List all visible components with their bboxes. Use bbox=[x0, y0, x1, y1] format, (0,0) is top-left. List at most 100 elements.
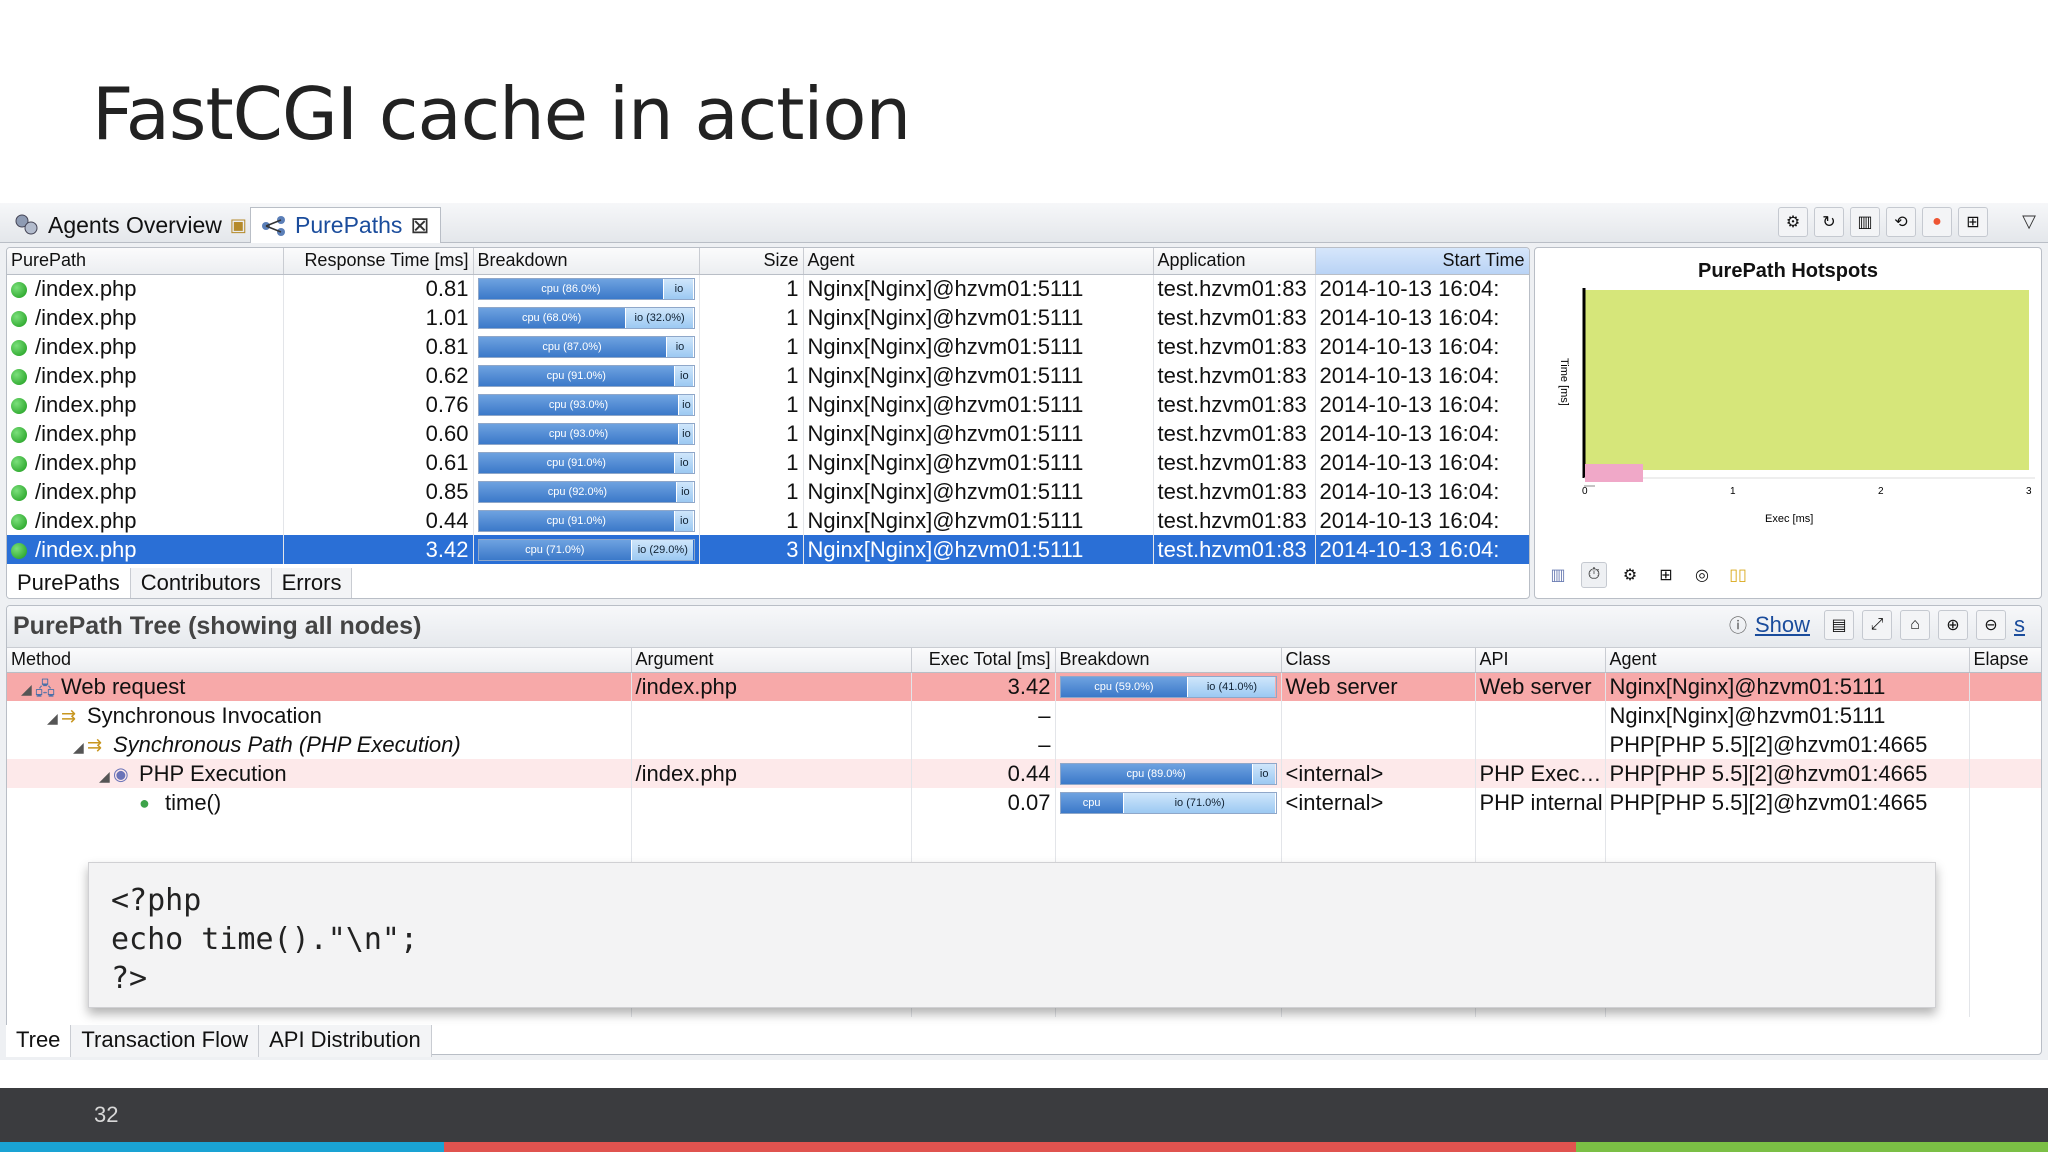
trailing-link[interactable]: s bbox=[2014, 612, 2025, 638]
breakdown-cell: cpu (91.0%) io bbox=[473, 506, 700, 535]
purepath-name: /index.php bbox=[35, 391, 137, 417]
cpu-segment: cpu (91.0%) bbox=[478, 452, 675, 473]
bar-chart-icon[interactable]: ▥ bbox=[1850, 207, 1880, 237]
tree-toolbar: ⓘ Show ▤ ⤢ ⌂ ⊕ ⊖ s bbox=[1729, 610, 2031, 640]
purepath-name: /index.php bbox=[35, 304, 137, 330]
show-link[interactable]: Show bbox=[1755, 612, 1810, 638]
io-segment: io (71.0%) bbox=[1122, 792, 1276, 813]
subtab-purepaths[interactable]: PurePaths bbox=[7, 568, 131, 598]
start-time: 2014-10-13 16:04: bbox=[1315, 361, 1529, 390]
breakdown-cell: cpu (93.0%) io bbox=[473, 419, 700, 448]
column-header[interactable]: Start Time bbox=[1315, 248, 1529, 275]
subtab-api-distribution[interactable]: API Distribution bbox=[259, 1025, 432, 1057]
subtab-tree[interactable]: Tree bbox=[6, 1025, 72, 1057]
io-segment: io bbox=[1251, 763, 1276, 784]
column-header[interactable]: Size bbox=[699, 248, 804, 275]
purepath-row[interactable]: /index.php 0.62 cpu (91.0%) io 1 Nginx[Nginx]… bbox=[7, 361, 1529, 390]
purepath-row[interactable]: /index.php 0.60 cpu (93.0%) io 1 Nginx[Nginx]… bbox=[7, 419, 1529, 448]
column-header[interactable]: PurePath bbox=[7, 248, 284, 275]
expand-twisty-icon[interactable]: ◢ bbox=[99, 768, 113, 785]
purepath-row[interactable]: /index.php 0.81 cpu (87.0%) io 1 Nginx[Nginx]… bbox=[7, 332, 1529, 361]
table-icon[interactable]: ▤ bbox=[1824, 610, 1854, 640]
tree-node-row[interactable]: ● time() 0.07 cpu io (71.0%) <internal> PHP in… bbox=[7, 788, 2041, 817]
start-time: 2014-10-13 16:04: bbox=[1315, 303, 1529, 332]
subtab-contributors[interactable]: Contributors bbox=[130, 568, 272, 598]
column-header[interactable]: Method bbox=[7, 648, 632, 673]
bar-chart-icon[interactable]: ▥ bbox=[1545, 562, 1571, 588]
column-header[interactable]: Agent bbox=[1605, 648, 1970, 673]
column-header[interactable]: Class bbox=[1281, 648, 1476, 673]
agent: Nginx[Nginx]@hzvm01:5111 bbox=[803, 332, 1154, 361]
tree-node-row[interactable]: ◢ ⇉ Synchronous Path (PHP Execution) – PHP[P… bbox=[7, 730, 2041, 759]
elapsed bbox=[1969, 788, 2041, 817]
time-view-icon[interactable]: ⏱ bbox=[1581, 562, 1607, 588]
column-header[interactable]: Agent bbox=[803, 248, 1154, 275]
column-header[interactable]: Elapse bbox=[1969, 648, 2041, 673]
hierarchy-icon[interactable]: ⊞ bbox=[1958, 207, 1988, 237]
globe-icon[interactable]: ◎ bbox=[1689, 562, 1715, 588]
status-ok-icon bbox=[11, 397, 27, 414]
breakdown-bar: cpu io (71.0%) bbox=[1059, 791, 1277, 814]
application: test.hzvm01:83 bbox=[1153, 535, 1316, 564]
io-segment: io (29.0%) bbox=[631, 539, 694, 560]
column-header[interactable]: Application bbox=[1153, 248, 1316, 275]
column-header[interactable]: Response Time [ms] bbox=[283, 248, 474, 275]
purepath-cell: /index.php bbox=[7, 274, 284, 303]
view-toolbar: ⚙ ↻ ▥ ⟲ ● ⊞ bbox=[1778, 207, 1988, 239]
cpu-segment: cpu (89.0%) bbox=[1060, 763, 1252, 784]
purepath-name: /index.php bbox=[35, 507, 137, 533]
purepath-row[interactable]: /index.php 0.61 cpu (91.0%) io 1 Nginx[Nginx]… bbox=[7, 448, 1529, 477]
purepath-row[interactable]: /index.php 3.42 cpu (71.0%) io (29.0%) 3 Ngin… bbox=[7, 535, 1529, 564]
column-header[interactable]: Exec Total [ms] bbox=[911, 648, 1056, 673]
view-menu-icon[interactable]: ▽ bbox=[2022, 211, 2036, 232]
sync-invocation-icon: ⇉ bbox=[61, 705, 77, 726]
refresh-icon[interactable]: ↻ bbox=[1814, 207, 1844, 237]
expand-twisty-icon[interactable]: ◢ bbox=[73, 739, 87, 756]
breakdown-cell: cpu (59.0%) io (41.0%) bbox=[1055, 672, 1282, 701]
zoom-in-icon[interactable]: ⊕ bbox=[1938, 610, 1968, 640]
expand-twisty-icon[interactable]: ◢ bbox=[47, 710, 61, 727]
tab-purepaths[interactable]: PurePaths ⊠ bbox=[250, 207, 441, 243]
home-icon[interactable]: ⌂ bbox=[1900, 610, 1930, 640]
exec-view-icon[interactable]: ⚙ bbox=[1617, 562, 1643, 588]
zoom-out-icon[interactable]: ⊖ bbox=[1976, 610, 2006, 640]
expand-icon[interactable]: ⤢ bbox=[1862, 610, 1892, 640]
pause-icon[interactable]: ▯▯ bbox=[1725, 562, 1751, 588]
record-icon[interactable]: ● bbox=[1922, 207, 1952, 237]
size: 1 bbox=[699, 361, 804, 390]
structure-icon[interactable]: ⊞ bbox=[1653, 562, 1679, 588]
purepaths-subtabs: PurePaths Contributors Errors bbox=[7, 568, 353, 598]
close-icon[interactable]: ⊠ bbox=[410, 212, 429, 239]
application: test.hzvm01:83 bbox=[1153, 303, 1316, 332]
purepath-name: /index.php bbox=[35, 420, 137, 446]
application: test.hzvm01:83 bbox=[1153, 361, 1316, 390]
purepath-row[interactable]: /index.php 0.81 cpu (86.0%) io 1 Nginx[Nginx]… bbox=[7, 274, 1529, 303]
purepath-row[interactable]: /index.php 0.76 cpu (93.0%) io 1 Nginx[Nginx]… bbox=[7, 390, 1529, 419]
expand-twisty-icon[interactable]: ◢ bbox=[21, 681, 35, 698]
purepath-row[interactable]: /index.php 1.01 cpu (68.0%) io (32.0%) 1 Ngin… bbox=[7, 303, 1529, 332]
page-number: 32 bbox=[94, 1102, 119, 1127]
agent: Nginx[Nginx]@hzvm01:5111 bbox=[1605, 672, 1970, 701]
agents-filter-icon[interactable]: ⚙ bbox=[1778, 207, 1808, 237]
subtab-transaction-flow[interactable]: Transaction Flow bbox=[71, 1025, 260, 1057]
purepath-row[interactable]: /index.php 0.44 cpu (91.0%) io 1 Nginx[Nginx]… bbox=[7, 506, 1529, 535]
purepath-row[interactable]: /index.php 0.85 cpu (92.0%) io 1 Nginx[Nginx]… bbox=[7, 477, 1529, 506]
column-header[interactable]: API bbox=[1475, 648, 1606, 673]
pin-icon[interactable]: ▣ bbox=[230, 215, 247, 236]
exec-total: 3.42 bbox=[911, 672, 1056, 701]
sync-icon[interactable]: ⟲ bbox=[1886, 207, 1916, 237]
tree-node-row[interactable]: ◢ ◉ PHP Execution/index.php 0.44 cpu (89.0%)… bbox=[7, 759, 2041, 788]
api: PHP internal bbox=[1475, 788, 1606, 817]
column-header[interactable]: Argument bbox=[631, 648, 912, 673]
breakdown-cell: cpu (68.0%) io (32.0%) bbox=[473, 303, 700, 332]
tab-agents-overview[interactable]: Agents Overview ▣ bbox=[4, 207, 257, 243]
breakdown-bar: cpu (71.0%) io (29.0%) bbox=[477, 538, 695, 561]
tree-node-row[interactable]: ◢ 🖧 Web request/index.php 3.42 cpu (59.0%) io… bbox=[7, 672, 2041, 701]
column-header[interactable]: Breakdown bbox=[1055, 648, 1282, 673]
tree-node-row[interactable]: ◢ ⇉ Synchronous Invocation – Nginx[Nginx]@hz… bbox=[7, 701, 2041, 730]
subtab-errors[interactable]: Errors bbox=[271, 568, 353, 598]
cpu-segment: cpu (71.0%) bbox=[478, 539, 632, 560]
column-header[interactable]: Breakdown bbox=[473, 248, 700, 275]
agent: Nginx[Nginx]@hzvm01:5111 bbox=[803, 361, 1154, 390]
application: test.hzvm01:83 bbox=[1153, 506, 1316, 535]
